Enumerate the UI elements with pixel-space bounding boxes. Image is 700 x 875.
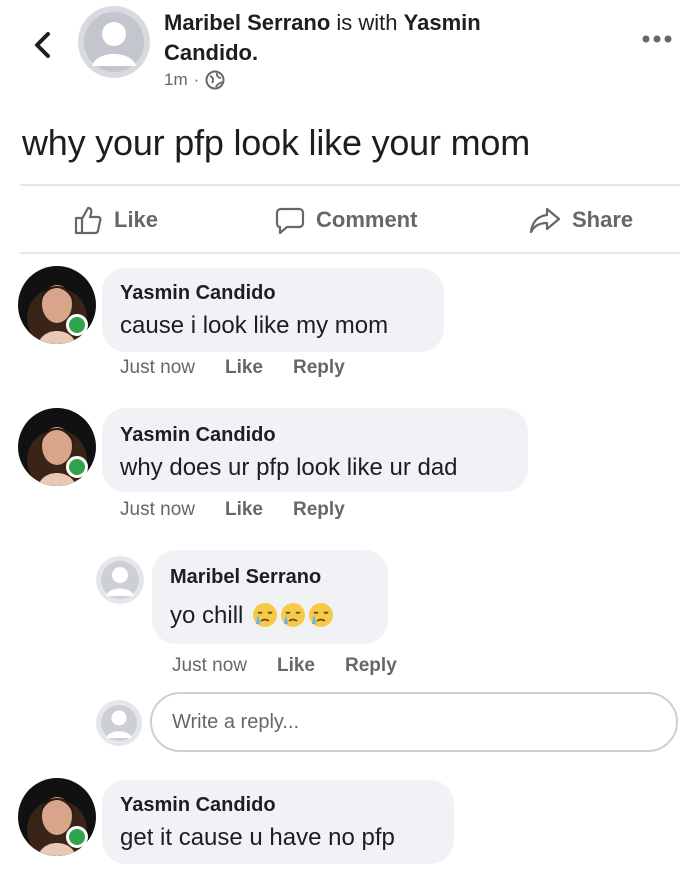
reply-author[interactable]: Maribel Serrano bbox=[170, 566, 321, 589]
reply-text: yo chill bbox=[170, 602, 244, 629]
comment-bubble: Yasmin Candido get it cause u have no pf… bbox=[102, 780, 454, 864]
share-button[interactable]: Share bbox=[528, 202, 633, 238]
default-avatar-icon[interactable] bbox=[78, 6, 150, 78]
comment-author[interactable]: Yasmin Candido bbox=[120, 794, 276, 817]
reply-time[interactable]: Just now bbox=[172, 655, 247, 677]
comment-like-link[interactable]: Like bbox=[225, 357, 263, 379]
comment-text: why does ur pfp look like ur dad bbox=[120, 454, 458, 481]
comment-reply-link[interactable]: Reply bbox=[293, 499, 345, 521]
with-text: is with bbox=[336, 10, 398, 35]
comment-time[interactable]: Just now bbox=[120, 499, 195, 521]
comment-meta: Just now Like Reply bbox=[120, 357, 345, 379]
comment-bubble-icon bbox=[275, 207, 305, 235]
comment-reply-link[interactable]: Reply bbox=[293, 357, 345, 379]
more-options-icon[interactable] bbox=[640, 32, 674, 46]
post-author-name[interactable]: Maribel Serrano bbox=[164, 10, 330, 35]
comment-text: cause i look like my mom bbox=[120, 312, 389, 339]
share-arrow-icon bbox=[529, 207, 561, 234]
comment-time[interactable]: Just now bbox=[120, 357, 195, 379]
reply-like-link[interactable]: Like bbox=[277, 655, 315, 677]
tagged-name-first[interactable]: Yasmin bbox=[404, 10, 481, 35]
meta-separator: · bbox=[193, 70, 200, 89]
comment-label: Comment bbox=[316, 207, 418, 232]
comment-button[interactable]: Comment bbox=[274, 202, 417, 238]
online-status-dot bbox=[66, 314, 88, 336]
reply-text-line: yo chill bbox=[170, 602, 334, 630]
post-time[interactable]: 1m bbox=[164, 70, 188, 90]
comment-avatar[interactable] bbox=[18, 778, 98, 858]
comment-author[interactable]: Yasmin Candido bbox=[120, 424, 276, 447]
globe-icon bbox=[205, 70, 225, 90]
write-reply-input[interactable]: Write a reply... bbox=[150, 692, 678, 752]
share-label: Share bbox=[572, 207, 634, 232]
crying-face-emoji-icon bbox=[281, 603, 306, 627]
like-button[interactable]: Like bbox=[72, 202, 158, 238]
thumbs-up-icon bbox=[74, 206, 102, 235]
comment-author[interactable]: Yasmin Candido bbox=[120, 282, 276, 305]
comment-bubble: Yasmin Candido cause i look like my mom bbox=[102, 268, 444, 352]
like-label: Like bbox=[114, 207, 159, 232]
post-header-title: Maribel Serrano is with Yasmin Candido. bbox=[164, 8, 584, 68]
comment-like-link[interactable]: Like bbox=[225, 499, 263, 521]
comment-meta: Just now Like Reply bbox=[120, 499, 345, 521]
back-arrow-icon[interactable] bbox=[28, 28, 58, 62]
post-meta: 1m · bbox=[164, 70, 225, 90]
crying-face-emoji-icon bbox=[253, 603, 278, 627]
online-status-dot bbox=[66, 826, 88, 848]
comment-text: get it cause u have no pfp bbox=[120, 824, 395, 851]
divider-top bbox=[20, 184, 680, 186]
reply-placeholder: Write a reply... bbox=[172, 710, 300, 733]
reply-meta: Just now Like Reply bbox=[172, 655, 397, 677]
reply-bubble: Maribel Serrano yo chill bbox=[152, 550, 388, 644]
reply-reply-link[interactable]: Reply bbox=[345, 655, 397, 677]
tagged-name-last[interactable]: Candido. bbox=[164, 40, 258, 65]
comment-avatar[interactable] bbox=[18, 266, 98, 346]
default-avatar-icon[interactable] bbox=[96, 556, 144, 604]
comment-bubble: Yasmin Candido why does ur pfp look like… bbox=[102, 408, 528, 492]
default-avatar-icon bbox=[96, 700, 142, 746]
post-text: why your pfp look like your mom bbox=[22, 122, 530, 163]
divider-bottom bbox=[20, 252, 680, 254]
online-status-dot bbox=[66, 456, 88, 478]
crying-face-emoji-icon bbox=[309, 603, 334, 627]
comment-avatar[interactable] bbox=[18, 408, 98, 488]
